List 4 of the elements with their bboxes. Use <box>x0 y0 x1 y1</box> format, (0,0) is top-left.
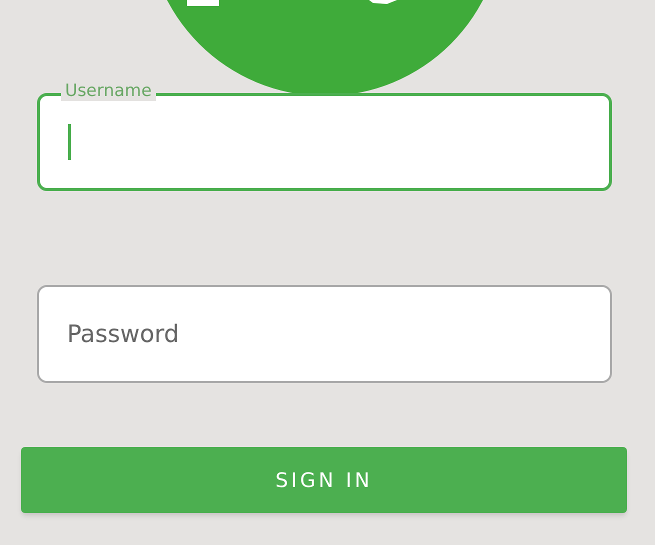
password-field[interactable]: Password <box>37 285 612 383</box>
field-label: Username <box>61 81 156 101</box>
text-cursor <box>68 124 71 160</box>
placeholder-text: Password <box>67 319 180 350</box>
